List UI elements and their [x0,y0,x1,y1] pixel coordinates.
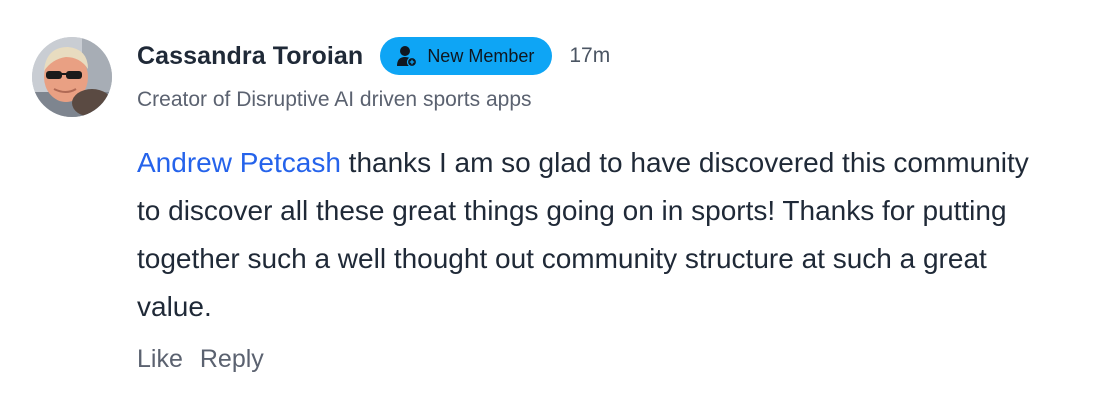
comment-content: Cassandra Toroian New Member 17m Creator… [137,36,1068,374]
comment: Cassandra Toroian New Member 17m Creator… [0,0,1098,412]
reply-button[interactable]: Reply [200,345,264,374]
comment-body: Andrew Petcash thanks I am so glad to ha… [137,139,1057,331]
like-button[interactable]: Like [137,345,183,374]
author-name[interactable]: Cassandra Toroian [137,42,363,71]
member-badge: New Member [380,37,553,75]
badge-label: New Member [427,45,535,66]
avatar-photo [32,37,112,117]
comment-actions: Like Reply [137,345,1068,374]
user-plus-icon [397,45,418,67]
avatar[interactable] [32,37,112,117]
comment-header: Cassandra Toroian New Member 17m [137,36,1068,76]
author-headline: Creator of Disruptive AI driven sports a… [137,88,532,111]
timestamp: 17m [569,44,611,67]
mention-link[interactable]: Andrew Petcash [137,147,341,178]
